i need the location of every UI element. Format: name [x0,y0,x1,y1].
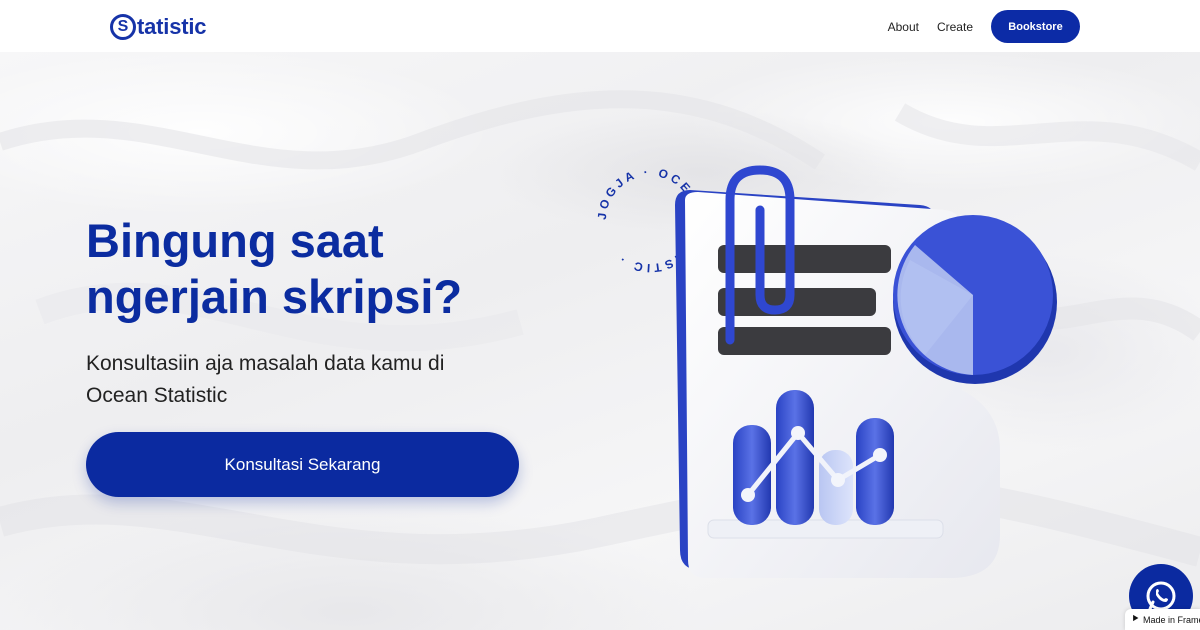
made-in-framer-badge[interactable]: ⯈ Made in Framer [1125,609,1200,630]
framer-badge-label: Made in Framer [1143,614,1200,625]
main-nav: About Create Bookstore [870,10,1080,43]
site-logo[interactable]: S tatistic [110,13,207,41]
hero-illustration: JOGJA · OCEANSTATISTIC · [590,150,1090,590]
hero-subtitle-line-1: Konsultasiin aja masalah data kamu di [86,352,445,375]
nav-link-create[interactable]: Create [937,20,973,34]
pie-chart-graphic [893,215,1057,384]
consult-now-button[interactable]: Konsultasi Sekarang [86,432,519,497]
hero-title: Bingung saat ngerjain skripsi? [86,213,566,325]
hero-title-line-1: Bingung saat [86,214,384,267]
hero-subtitle: Konsultasiin aja masalah data kamu di Oc… [86,348,546,412]
hero-subtitle-line-2: Ocean Statistic [86,384,228,407]
nav-link-about[interactable]: About [888,20,919,34]
hero-title-line-2: ngerjain skripsi? [86,270,463,323]
framer-icon: ⯈ [1131,614,1139,625]
site-header: S tatistic About Create Bookstore [0,0,1200,52]
whatsapp-icon [1146,581,1176,611]
bookstore-button[interactable]: Bookstore [991,10,1080,43]
logo-mark: S [110,14,136,40]
logo-text: tatistic [137,14,207,39]
